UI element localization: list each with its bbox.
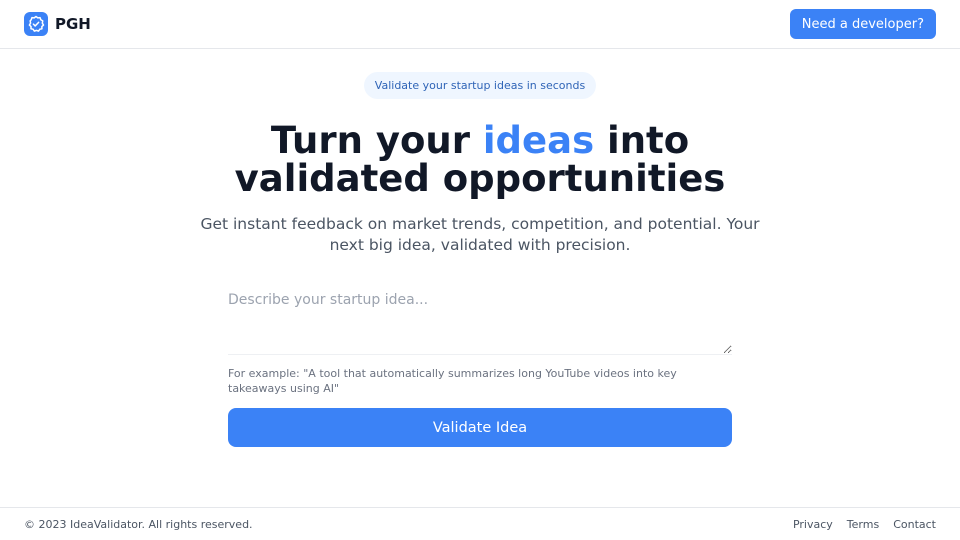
page-title: Turn your ideas into validated opportuni… (0, 122, 960, 198)
validate-idea-button[interactable]: Validate Idea (228, 408, 732, 447)
headline-accent: ideas (482, 119, 595, 162)
top-navbar: PGH Need a developer? (0, 0, 960, 49)
footer-links: Privacy Terms Contact (793, 518, 936, 531)
headline-line2: validated opportunities (234, 157, 726, 200)
brand[interactable]: PGH (24, 12, 91, 36)
copyright-text: © 2023 IdeaValidator. All rights reserve… (24, 517, 253, 531)
footer-link-privacy[interactable]: Privacy (793, 518, 833, 531)
headline-part2: into (594, 119, 690, 162)
need-developer-button[interactable]: Need a developer? (789, 9, 936, 39)
headline-part1: Turn your (270, 119, 483, 162)
hero-section: Validate your startup ideas in seconds T… (0, 49, 960, 507)
page-footer: © 2023 IdeaValidator. All rights reserve… (0, 507, 960, 540)
idea-textarea[interactable] (228, 287, 732, 355)
footer-link-contact[interactable]: Contact (893, 518, 936, 531)
brand-name: PGH (55, 15, 91, 33)
hero-subtitle: Get instant feedback on market trends, c… (200, 215, 760, 254)
badge-check-icon (24, 12, 48, 36)
example-hint: For example: "A tool that automatically … (228, 367, 677, 395)
badge-wrapper: Validate your startup ideas in seconds (0, 72, 960, 99)
tagline-badge: Validate your startup ideas in seconds (363, 72, 597, 99)
footer-link-terms[interactable]: Terms (847, 518, 879, 531)
